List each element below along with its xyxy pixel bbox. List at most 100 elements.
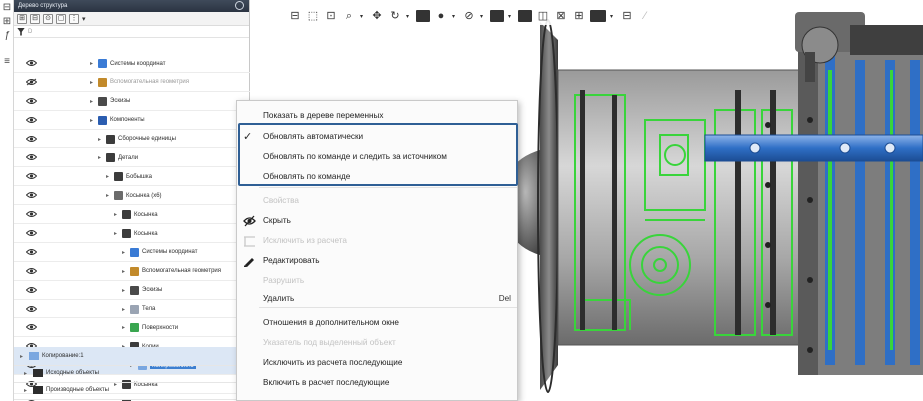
hidden-eye-icon[interactable] <box>26 78 37 86</box>
tree-item[interactable]: ▸ Поверхности <box>122 323 178 333</box>
tree-filter-bar[interactable]: D <box>14 26 249 38</box>
menu-item[interactable]: Скрыть <box>237 211 517 231</box>
view-plane-icon[interactable]: ⊡ <box>324 9 338 23</box>
tree-item[interactable]: ▸ Детали <box>98 153 138 163</box>
chevron-down-icon[interactable]: ▾ <box>610 13 616 20</box>
expand-arrow-icon[interactable]: ▸ <box>114 211 119 218</box>
visibility-eye-icon[interactable] <box>26 229 37 237</box>
menu-item[interactable]: Отношения в дополнительном окне <box>237 313 517 333</box>
orientation-icon[interactable] <box>490 10 504 22</box>
expand-arrow-icon[interactable]: ▸ <box>24 387 30 394</box>
visibility-eye-icon[interactable] <box>26 305 37 313</box>
tree-panel-icon[interactable]: ⊟ <box>1 2 13 14</box>
visibility-eye-icon[interactable] <box>26 323 37 331</box>
tree-row[interactable]: ▸ Вспомогательная геометрия <box>14 73 250 92</box>
chevron-down-icon[interactable]: ▾ <box>480 13 486 20</box>
menu-item[interactable]: Включить в расчет последующие <box>237 373 517 393</box>
tree-row[interactable]: ▸ Эскизы <box>14 281 250 300</box>
show-all-icon[interactable]: ⊞ <box>572 9 586 23</box>
menu-item[interactable]: Удалить Del <box>237 289 517 309</box>
tree-item[interactable]: ▸ Бобышка <box>106 172 152 182</box>
expand-arrow-icon[interactable]: ▸ <box>122 287 127 294</box>
tree-row[interactable]: ▸ Компоненты <box>14 111 250 130</box>
tree-row[interactable]: ▸ Детали <box>14 148 250 168</box>
menu-icon[interactable]: ≡ <box>1 56 13 68</box>
chevron-down-icon[interactable]: ▾ <box>360 13 366 20</box>
chevron-down-icon[interactable]: ▾ <box>452 13 458 20</box>
visibility-eye-icon[interactable] <box>26 191 37 199</box>
visibility-eye-icon[interactable] <box>26 267 37 275</box>
settings-icon[interactable]: ⊟ <box>620 9 634 23</box>
tree-row[interactable]: ▸ Системы координат <box>14 54 250 73</box>
tree-sort-icon[interactable]: ⋮ <box>69 13 79 24</box>
tree-item[interactable]: ▸ Системы координат <box>122 247 198 257</box>
zoom-icon[interactable]: ⌕ <box>342 9 356 23</box>
tree-item[interactable]: ▸ Системы координат <box>90 59 166 68</box>
perspective-icon[interactable] <box>518 10 532 22</box>
tree-row[interactable]: ▸ Бобышка <box>14 167 250 187</box>
tree-row[interactable]: ▸ Косынка <box>14 205 250 225</box>
expand-arrow-icon[interactable]: ▸ <box>114 230 119 237</box>
section-icon[interactable]: ⊘ <box>462 9 476 23</box>
fit-view-icon[interactable]: ⬚ <box>306 9 320 23</box>
tree-item[interactable]: ▸ Эскизы <box>90 96 130 106</box>
tree-mode-icon[interactable]: ⊞ <box>17 13 27 24</box>
expand-arrow-icon[interactable]: ▸ <box>98 154 103 161</box>
view-orient-icon[interactable]: ⊟ <box>288 9 302 23</box>
visibility-eye-icon[interactable] <box>26 153 37 161</box>
visibility-eye-icon[interactable] <box>26 286 37 294</box>
visibility-eye-icon[interactable] <box>26 59 37 67</box>
tree-item[interactable]: ▸ Вспомогательная геометрия <box>90 77 189 87</box>
expand-arrow-icon[interactable]: ▸ <box>90 117 95 124</box>
tree-item[interactable]: ▸ Косынка (x6) <box>106 191 162 201</box>
expand-arrow-icon[interactable]: ▸ <box>122 324 127 331</box>
expand-arrow-icon[interactable]: ▸ <box>90 98 95 105</box>
shading-icon[interactable]: ● <box>434 9 448 23</box>
tree-item[interactable]: ▸ Компоненты <box>90 115 145 125</box>
visibility-eye-icon[interactable] <box>26 97 37 105</box>
expand-arrow-icon[interactable]: ▸ <box>122 268 127 275</box>
expand-arrow-icon[interactable]: ▸ <box>122 306 127 313</box>
display-mode-icon[interactable] <box>416 10 430 22</box>
filter-icon[interactable] <box>590 10 606 22</box>
tree-item[interactable]: ▸ Косынка <box>114 229 158 239</box>
expand-arrow-icon[interactable]: ▸ <box>98 136 103 143</box>
variables-icon[interactable]: ƒ <box>1 30 13 42</box>
filter-icon[interactable] <box>17 27 25 36</box>
expand-arrow-icon[interactable]: ▸ <box>90 79 95 86</box>
expand-arrow-icon[interactable]: ▸ <box>106 192 111 199</box>
pin-icon[interactable] <box>235 1 244 10</box>
expand-arrow-icon[interactable]: ▸ <box>24 370 30 377</box>
frame-icon[interactable]: ◫ <box>536 9 550 23</box>
chevron-down-icon[interactable]: ▾ <box>508 13 514 20</box>
tree-row[interactable]: ▸ Вспомогательная геометрия <box>14 262 250 281</box>
tree-item[interactable]: ▸ Сборочные единицы <box>98 134 176 144</box>
menu-item[interactable]: Редактировать <box>237 251 517 271</box>
tree-structure-icon[interactable]: ⊟ <box>30 13 40 24</box>
menu-item[interactable]: Исключить из расчета последующие <box>237 353 517 373</box>
tree-item[interactable]: ▸ Тела <box>122 304 155 314</box>
tree-bottom-row[interactable]: ▸ Производные объекты <box>14 381 250 400</box>
pan-icon[interactable]: ✥ <box>370 9 384 23</box>
hide-components-icon[interactable]: ⊠ <box>554 9 568 23</box>
expand-arrow-icon[interactable]: ▸ <box>122 249 127 256</box>
visibility-eye-icon[interactable] <box>26 172 37 180</box>
chevron-down-icon[interactable]: ▾ <box>406 13 412 20</box>
visibility-eye-icon[interactable] <box>26 135 37 143</box>
tree-row[interactable]: ▸ Системы координат <box>14 243 250 262</box>
expand-arrow-icon[interactable]: ▸ <box>106 173 111 180</box>
rotate-icon[interactable]: ↻ <box>388 9 402 23</box>
chevron-down-icon[interactable]: ▾ <box>82 15 86 23</box>
visibility-eye-icon[interactable] <box>26 248 37 256</box>
expand-arrow-icon[interactable]: ▸ <box>20 353 26 360</box>
tree-row[interactable]: ▸ Сборочные единицы <box>14 130 250 149</box>
layers-icon[interactable]: ⊞ <box>1 16 13 28</box>
tree-view-icon[interactable]: ▢ <box>56 13 66 24</box>
tree-item[interactable]: ▸ Вспомогательная геометрия <box>122 266 221 276</box>
tree-row[interactable]: ▸ Эскизы <box>14 92 250 111</box>
tree-row[interactable]: ▸ Тела <box>14 300 250 319</box>
expand-arrow-icon[interactable]: ▸ <box>90 60 95 67</box>
tree-item[interactable]: ▸ Косынка <box>114 210 158 220</box>
tree-item[interactable]: ▸ Эскизы <box>122 285 162 295</box>
pencil-icon[interactable]: ⁄ <box>638 9 652 23</box>
